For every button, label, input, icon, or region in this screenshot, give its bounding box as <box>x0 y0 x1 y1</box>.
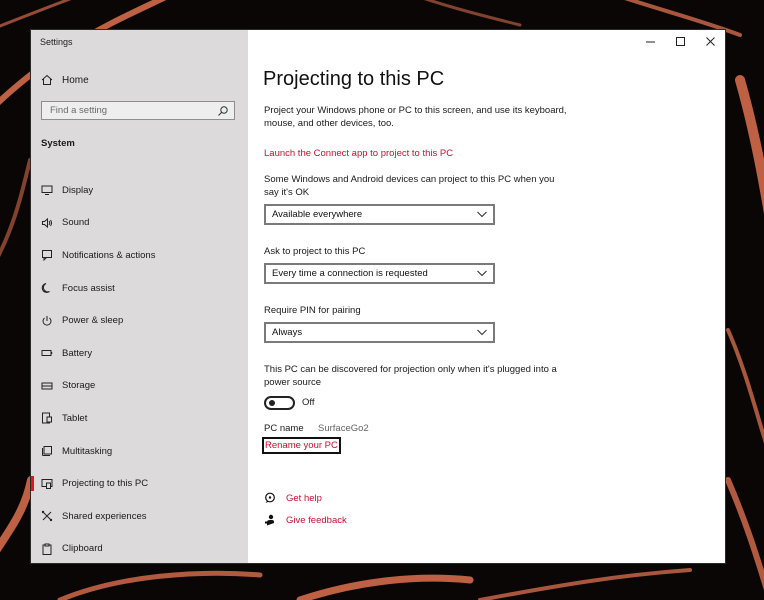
rename-pc-link[interactable]: Rename your PC <box>262 437 341 454</box>
sidebar-item-label: Focus assist <box>62 282 115 294</box>
monitor-icon <box>40 183 54 197</box>
sidebar-item-label: Battery <box>62 347 93 359</box>
pin-dropdown[interactable]: Always <box>264 322 495 343</box>
clipboard-icon <box>40 542 54 556</box>
intro-text: Project your Windows phone or PC to this… <box>264 105 567 129</box>
ask-value: Every time a connection is requested <box>272 268 428 279</box>
ask-dropdown[interactable]: Every time a connection is requested <box>264 263 495 284</box>
close-button[interactable] <box>695 30 725 52</box>
sidebar-item-label: Tablet <box>62 412 88 424</box>
availability-text: Some Windows and Android devices can pro… <box>264 174 555 198</box>
search-placeholder: Find a setting <box>50 105 108 116</box>
search-input[interactable]: Find a setting <box>41 101 235 120</box>
toggle-state-label: Off <box>302 397 315 408</box>
pc-name-label: PC name <box>264 423 304 434</box>
sidebar-item-label: Storage <box>62 380 96 392</box>
sidebar-item-label: Power & sleep <box>62 315 124 327</box>
sidebar-item-shared-experiences[interactable]: Shared experiences <box>31 500 248 533</box>
power-source-text: This PC can be discovered for projection… <box>264 364 557 388</box>
nav-home-label: Home <box>62 74 89 86</box>
sidebar-item-label: Clipboard <box>62 543 103 555</box>
maximize-button[interactable] <box>665 30 695 52</box>
sidebar-item-power-sleep[interactable]: Power & sleep <box>31 304 248 337</box>
availability-dropdown[interactable]: Available everywhere <box>264 204 495 225</box>
pin-label: Require PIN for pairing <box>264 305 361 316</box>
multitasking-icon <box>40 444 54 458</box>
moon-icon <box>40 281 54 295</box>
availability-value: Available everywhere <box>272 209 363 220</box>
minimize-button[interactable] <box>635 30 665 52</box>
projecting-icon <box>40 477 54 491</box>
chevron-down-icon <box>477 211 487 218</box>
sidebar-item-focus-assist[interactable]: Focus assist <box>31 272 248 305</box>
sidebar-item-display[interactable]: Display <box>31 174 248 207</box>
sidebar-item-label: Sound <box>62 217 90 229</box>
give-feedback-label: Give feedback <box>286 514 347 526</box>
maximize-icon <box>675 36 685 46</box>
get-help-label: Get help <box>286 492 322 504</box>
ask-label: Ask to project to this PC <box>264 246 366 257</box>
battery-icon <box>40 346 54 360</box>
sidebar-item-clipboard[interactable]: Clipboard <box>31 533 248 566</box>
nav-home[interactable]: Home <box>40 72 89 88</box>
chevron-down-icon <box>477 270 487 277</box>
sidebar-item-label: Multitasking <box>62 445 113 457</box>
sidebar-item-multitasking[interactable]: Multitasking <box>31 435 248 468</box>
shared-icon <box>40 509 54 523</box>
section-label-system: System <box>41 138 75 149</box>
give-feedback-link[interactable]: Give feedback <box>264 514 347 526</box>
storage-icon <box>40 379 54 393</box>
sidebar-item-label: Shared experiences <box>62 510 147 522</box>
power-source-toggle[interactable] <box>264 396 295 410</box>
sidebar: Settings Home Find a setting System Disp… <box>31 30 248 563</box>
toggle-knob <box>269 400 275 406</box>
tablet-icon <box>40 411 54 425</box>
sidebar-nav: Display Sound Notifications & actions Fo… <box>31 174 248 565</box>
sidebar-item-projecting[interactable]: Projecting to this PC <box>31 467 248 500</box>
notifications-icon <box>40 248 54 262</box>
page-title: Projecting to this PC <box>263 68 445 90</box>
sidebar-item-label: Projecting to this PC <box>62 478 149 490</box>
sidebar-item-sound[interactable]: Sound <box>31 207 248 240</box>
sidebar-item-notifications[interactable]: Notifications & actions <box>31 239 248 272</box>
pc-name-value: SurfaceGo2 <box>318 423 369 434</box>
help-chat-icon <box>264 492 276 504</box>
speaker-icon <box>40 216 54 230</box>
connect-app-link[interactable]: Launch the Connect app to project to thi… <box>264 148 453 159</box>
search-icon[interactable] <box>217 105 229 117</box>
chevron-down-icon <box>477 329 487 336</box>
sidebar-item-label: Display <box>62 184 94 196</box>
settings-window: Settings Home Find a setting System Disp… <box>31 30 725 563</box>
sidebar-item-label: Notifications & actions <box>62 249 156 261</box>
get-help-link[interactable]: Get help <box>264 492 322 504</box>
sidebar-item-battery[interactable]: Battery <box>31 337 248 370</box>
main-content: Projecting to this PC Project your Windo… <box>248 30 725 563</box>
pin-value: Always <box>272 327 303 338</box>
sidebar-item-tablet[interactable]: Tablet <box>31 402 248 435</box>
power-icon <box>40 314 54 328</box>
minimize-icon <box>645 41 655 42</box>
feedback-icon <box>264 514 276 526</box>
window-controls <box>635 30 725 52</box>
home-icon <box>40 73 54 87</box>
app-title: Settings <box>40 37 73 47</box>
sidebar-item-storage[interactable]: Storage <box>31 370 248 403</box>
close-icon <box>705 36 715 46</box>
